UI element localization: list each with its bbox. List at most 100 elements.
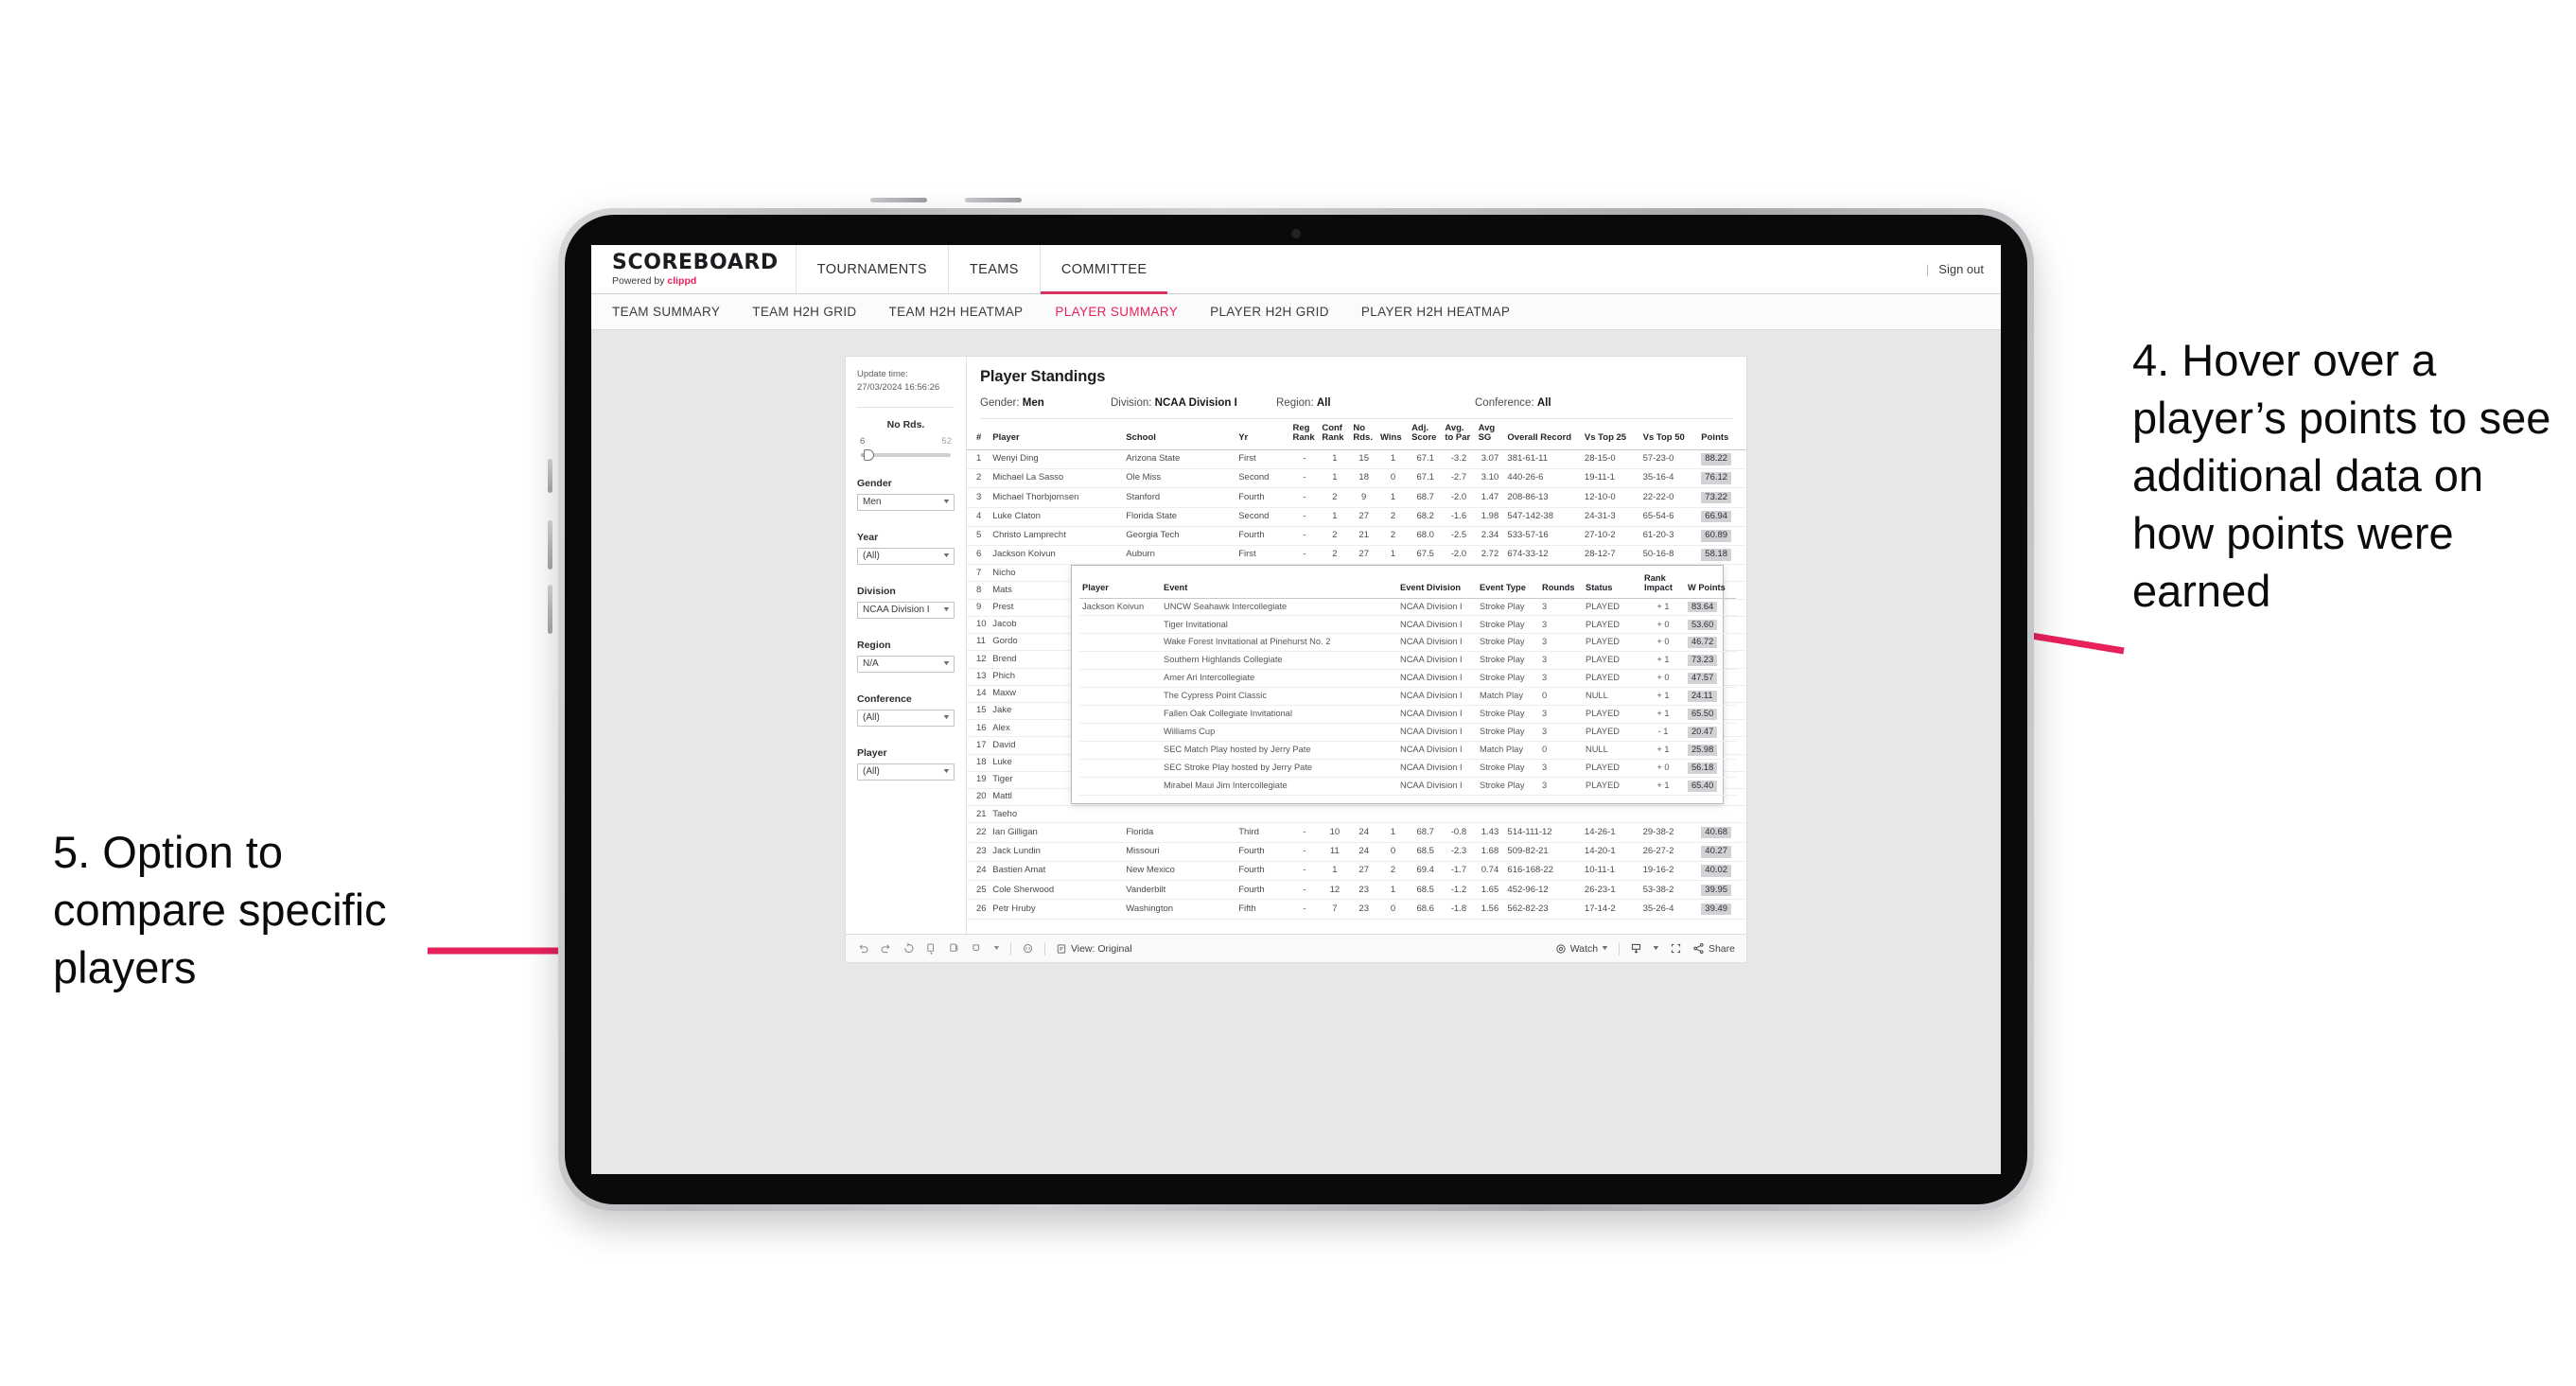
- cell-points[interactable]: 88.22: [1698, 449, 1746, 470]
- device-button-power[interactable]: [548, 459, 552, 493]
- toolbar-divider-3: [1619, 941, 1621, 956]
- table-row[interactable]: 22 Ian Gilligan Florida Third -10 24 1 68.7 -0.8…: [967, 822, 1746, 843]
- col-wins[interactable]: Wins: [1377, 419, 1410, 450]
- refresh-icon[interactable]: [925, 942, 938, 955]
- table-row[interactable]: 5 Christo Lamprecht Georgia Tech Fourth -2 21…: [967, 526, 1746, 546]
- cell-t50: 57-23-0: [1639, 449, 1699, 470]
- col-vs-top-50[interactable]: Vs Top 50: [1639, 419, 1699, 450]
- tab-team-summary[interactable]: TEAM SUMMARY: [612, 305, 720, 319]
- tab-team-h2h-grid[interactable]: TEAM H2H GRID: [752, 305, 856, 319]
- col-avg-to-par[interactable]: Avg. to Par: [1442, 419, 1476, 450]
- col-overall-record[interactable]: Overall Record: [1504, 419, 1582, 450]
- col-rank[interactable]: #: [967, 419, 990, 450]
- cell-t25: 24-31-3: [1581, 507, 1640, 527]
- download-icon[interactable]: [1630, 942, 1642, 955]
- tt-cell-status: PLAYED: [1583, 777, 1641, 796]
- watch-button[interactable]: Watch ▼: [1555, 943, 1609, 955]
- cell-school: [1123, 805, 1236, 824]
- nav-tournaments[interactable]: TOURNAMENTS: [795, 245, 948, 293]
- cell-points[interactable]: 39.95: [1698, 880, 1746, 901]
- cell-points[interactable]: 66.94: [1698, 507, 1746, 527]
- fullscreen-icon[interactable]: [1670, 942, 1682, 955]
- cell-par: -0.8: [1442, 822, 1476, 843]
- device-button-volume-up[interactable]: [548, 520, 552, 570]
- view-original-button[interactable]: View: Original: [1056, 943, 1132, 955]
- highlight-icon[interactable]: [971, 942, 983, 955]
- tooltip-row: Tiger Invitational NCAA Division I Stroke …: [1079, 615, 1736, 635]
- cell-points[interactable]: 40.27: [1698, 842, 1746, 862]
- revert-icon[interactable]: [902, 942, 915, 955]
- filter-player-select[interactable]: (All) ▼: [857, 763, 955, 781]
- cell-points[interactable]: 40.68: [1698, 822, 1746, 843]
- tt-points-value: 47.57: [1688, 673, 1718, 685]
- col-avg-sg[interactable]: Avg SG: [1475, 419, 1505, 450]
- nav-teams[interactable]: TEAMS: [947, 245, 1040, 293]
- cell-wins: 1: [1377, 880, 1410, 901]
- table-row[interactable]: 6 Jackson Koivun Auburn First -2 27 1 67.5 -2.0 2…: [967, 545, 1746, 566]
- share-button[interactable]: Share: [1692, 942, 1735, 955]
- col-no-rounds[interactable]: No Rds.: [1350, 419, 1378, 450]
- table-row[interactable]: 26 Petr Hruby Washington Fifth -7 23 0 68.6 -1.8…: [967, 899, 1746, 920]
- tab-team-h2h-heatmap[interactable]: TEAM H2H HEATMAP: [889, 305, 1024, 319]
- tab-player-h2h-heatmap[interactable]: PLAYER H2H HEATMAP: [1361, 305, 1510, 319]
- cell-t50: 29-38-2: [1639, 822, 1699, 843]
- table-row[interactable]: 2 Michael La Sasso Ole Miss Second -1 18 0 67.1…: [967, 468, 1746, 489]
- col-points[interactable]: Points: [1698, 419, 1746, 450]
- pause-updates-icon[interactable]: [948, 942, 960, 955]
- cell-points[interactable]: 40.02: [1698, 861, 1746, 882]
- table-row[interactable]: 24 Bastien Amat New Mexico Fourth -1 27 2 69.4-…: [967, 861, 1746, 882]
- cell-n: 21: [967, 805, 990, 824]
- cell-points[interactable]: 60.89: [1698, 526, 1746, 546]
- cell-par: -1.6: [1442, 507, 1476, 527]
- chevron-down-icon[interactable]: ▼: [1652, 945, 1660, 952]
- points-value: 39.95: [1701, 884, 1732, 896]
- filter-gender-select[interactable]: Men ▼: [857, 493, 955, 511]
- cell-sg: 0.74: [1475, 861, 1505, 882]
- cell-points[interactable]: [1698, 805, 1746, 824]
- tab-player-h2h-grid[interactable]: PLAYER H2H GRID: [1210, 305, 1329, 319]
- cell-conf: 1: [1319, 507, 1351, 527]
- filter-year-select[interactable]: (All) ▼: [857, 547, 955, 565]
- redo-icon[interactable]: [880, 942, 892, 955]
- brand-logo[interactable]: SCOREBOARD Powered by clippd: [591, 245, 796, 293]
- cell-points[interactable]: 58.18: [1698, 545, 1746, 566]
- cell-n: 26: [967, 899, 990, 920]
- table-row[interactable]: 21 Taeho: [967, 805, 1746, 824]
- cell-points[interactable]: 76.12: [1698, 468, 1746, 489]
- cell-points[interactable]: 39.49: [1698, 899, 1746, 920]
- tt-points-value: 24.11: [1688, 691, 1717, 703]
- col-vs-top-25[interactable]: Vs Top 25: [1581, 419, 1640, 450]
- table-row[interactable]: 23 Jack Lundin Missouri Fourth -11 24 0 68.5 -2.…: [967, 842, 1746, 862]
- cell-adj: 68.6: [1409, 899, 1443, 920]
- nav-committee[interactable]: COMMITTEE: [1039, 245, 1168, 294]
- filter-conference-select[interactable]: (All) ▼: [857, 709, 955, 727]
- cell-points[interactable]: 73.22: [1698, 487, 1746, 508]
- annotation-hover-points: 4. Hover over a player’s points to see a…: [2132, 335, 2551, 617]
- devices-icon[interactable]: [1022, 942, 1034, 955]
- table-row[interactable]: 1 Wenyi Ding Arizona State First -1 15 1 67.1 -3…: [967, 449, 1746, 470]
- table-row[interactable]: 3 Michael Thorbjornsen Stanford Fourth -2 9 1 6…: [967, 487, 1746, 508]
- cell-reg: -: [1289, 468, 1320, 489]
- table-row[interactable]: 25 Cole Sherwood Vanderbilt Fourth -12 23 1 68.…: [967, 880, 1746, 901]
- device-button-volume-down[interactable]: [548, 585, 552, 634]
- cell-reg: -: [1289, 449, 1320, 470]
- undo-icon[interactable]: [857, 942, 869, 955]
- col-school[interactable]: School: [1123, 419, 1236, 450]
- sign-out-link[interactable]: Sign out: [1938, 262, 1984, 276]
- chevron-down-icon[interactable]: ▼: [992, 945, 1001, 952]
- standings-table-wrap[interactable]: # Player School Yr Reg Rank Conf Rank No…: [967, 419, 1746, 934]
- col-adj-score[interactable]: Adj. Score: [1409, 419, 1443, 450]
- filter-region-select[interactable]: N/A ▼: [857, 655, 955, 673]
- cell-t50: 22-22-0: [1639, 487, 1699, 508]
- tab-player-summary[interactable]: PLAYER SUMMARY: [1055, 305, 1178, 319]
- col-player[interactable]: Player: [990, 419, 1124, 450]
- table-row[interactable]: 4 Luke Claton Florida State Second -1 27 2 68.2…: [967, 507, 1746, 527]
- col-conf-rank[interactable]: Conf Rank: [1319, 419, 1351, 450]
- col-year[interactable]: Yr: [1235, 419, 1290, 450]
- filter-division-select[interactable]: NCAA Division I ▼: [857, 601, 955, 619]
- no-rounds-slider[interactable]: [861, 448, 951, 461]
- col-reg-rank[interactable]: Reg Rank: [1289, 419, 1320, 450]
- slider-handle[interactable]: [864, 448, 874, 461]
- cell-t50: 65-54-6: [1639, 507, 1699, 527]
- cell-wins: 0: [1377, 468, 1410, 489]
